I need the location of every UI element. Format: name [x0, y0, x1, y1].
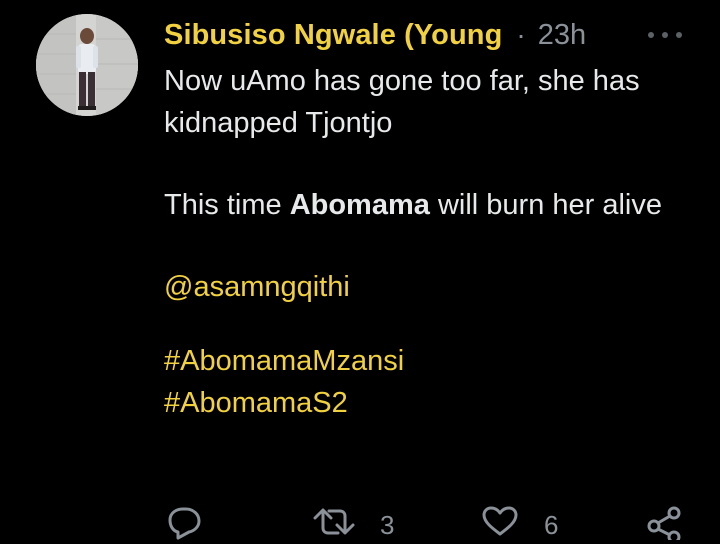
reply-button[interactable] [164, 504, 204, 540]
share-icon [647, 506, 681, 540]
tweet-line-2: This time Abomama will burn her alive [164, 184, 704, 226]
author-name[interactable]: Sibusiso Ngwale (Young [164, 19, 502, 52]
retweet-button[interactable]: 3 [312, 504, 394, 541]
highlighted-word: Abomama [289, 189, 430, 221]
hashtag-link[interactable]: #AbomamaS2 [164, 382, 704, 424]
like-button[interactable]: 6 [480, 504, 558, 541]
like-count: 6 [544, 510, 559, 540]
separator-dot: · [516, 19, 526, 50]
tweet-line-2-end: will burn her alive [429, 189, 662, 221]
profile-photo-icon [36, 14, 138, 116]
tweet-line-2-start: This time [164, 189, 290, 221]
hashtag-link[interactable]: #AbomamaMzansi [164, 340, 704, 382]
action-bar: 3 6 [164, 504, 704, 544]
heart-icon [482, 506, 518, 536]
mention-link[interactable]: @asamngqithi [164, 266, 704, 308]
tweet-header: Sibusiso Ngwale (Young · 23h [164, 16, 586, 54]
retweet-icon [313, 508, 355, 535]
tweet-text: Now uAmo has gone too far, she has kidna… [164, 60, 704, 424]
avatar[interactable] [36, 14, 138, 116]
reply-icon [168, 507, 201, 540]
tweet-line-1: Now uAmo has gone too far, she has kidna… [164, 65, 640, 139]
tweet-timestamp[interactable]: 23h [538, 19, 586, 52]
share-button[interactable] [644, 504, 684, 540]
more-options-icon[interactable] [648, 26, 682, 44]
retweet-count: 3 [380, 510, 395, 540]
